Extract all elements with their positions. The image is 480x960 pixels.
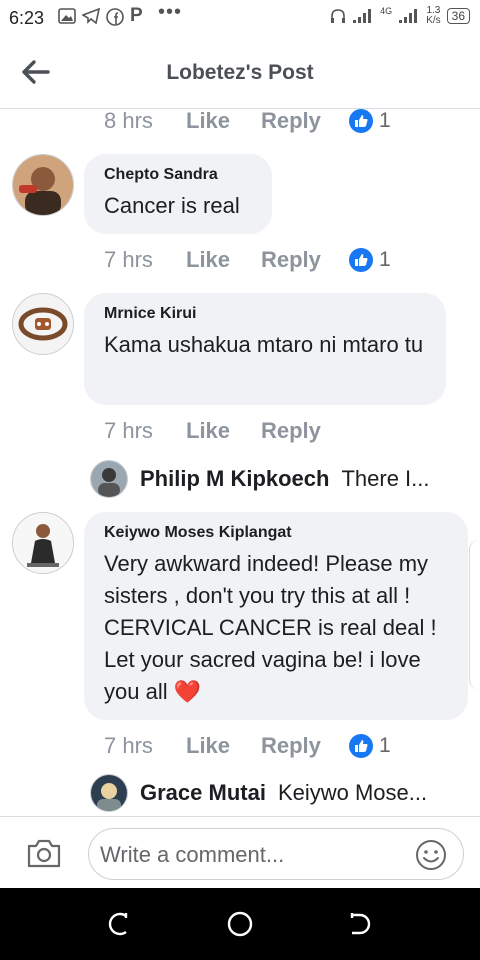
like-button[interactable]: Like [186, 247, 261, 273]
comment-composer [0, 816, 480, 889]
comment-input-wrapper [88, 828, 464, 880]
like-button[interactable]: Like [186, 733, 261, 759]
headset-icon [331, 9, 346, 23]
like-count: 1 [379, 248, 391, 271]
reply-snippet: There I... [341, 466, 430, 491]
signal-icon-2 [399, 9, 418, 23]
app-header: Lobetez's Post [0, 36, 480, 109]
comment-meta-row: 8 hrs Like Reply 1 [104, 108, 391, 134]
network-speed: 1.3 K/s [426, 5, 441, 26]
reply-preview[interactable]: Grace Mutai Keiywo Mose... [90, 774, 450, 812]
page-title: Lobetez's Post [166, 61, 314, 84]
reply-snippet: Keiywo Mose... [277, 780, 428, 805]
thumbs-up-icon [349, 248, 373, 272]
system-nav-bar [0, 888, 480, 960]
thumbs-up-icon [349, 109, 373, 133]
like-count: 1 [379, 109, 391, 132]
back-nav-icon[interactable] [346, 910, 374, 938]
like-button[interactable]: Like [186, 418, 261, 444]
reply-button[interactable]: Reply [261, 247, 349, 273]
scrollbar[interactable] [469, 540, 480, 690]
avatar[interactable] [12, 154, 74, 216]
comment-bubble: Chepto Sandra Cancer is real [84, 154, 272, 234]
camera-icon[interactable] [26, 837, 62, 869]
status-bar: 6:23 P ••• 4G 1.3 K/s 36 [0, 0, 480, 36]
comment-meta-row: 7 hrs Like Reply [104, 418, 349, 444]
commenter-name[interactable]: Chepto Sandra [104, 166, 252, 184]
comment-meta-row: 7 hrs Like Reply 1 [104, 733, 391, 759]
gallery-icon [58, 8, 76, 28]
comment-text: Cancer is real [104, 193, 240, 218]
recent-apps-icon[interactable] [106, 910, 134, 938]
comment-bubble: Mrnice Kirui Kama ushakua mtaro ni mtaro… [84, 293, 446, 405]
p-icon: P [130, 5, 143, 26]
comment-meta-row: 7 hrs Like Reply 1 [104, 247, 391, 273]
comment-time: 7 hrs [104, 247, 153, 272]
reply-preview[interactable]: Philip M Kipkoech There I... [90, 460, 450, 498]
avatar [90, 460, 128, 498]
commenter-name[interactable]: Keiywo Moses Kiplangat [104, 524, 448, 542]
reply-button[interactable]: Reply [261, 108, 349, 134]
avatar[interactable] [12, 293, 74, 355]
like-count: 1 [379, 734, 391, 757]
battery-indicator: 36 [446, 8, 470, 24]
like-button[interactable]: Like [186, 108, 261, 134]
comment-text: Kama ushakua mtaro ni mtaro tu [104, 332, 424, 357]
comment-bubble: Keiywo Moses Kiplangat Very awkward inde… [84, 512, 468, 720]
reply-author[interactable]: Philip M Kipkoech [140, 466, 329, 492]
more-dots-icon: ••• [158, 1, 183, 23]
home-icon[interactable] [226, 910, 254, 938]
network-type: 4G [380, 6, 393, 16]
comment-input[interactable] [98, 841, 402, 869]
signal-icon [353, 9, 372, 23]
comment-time: 7 hrs [104, 733, 153, 758]
reply-button[interactable]: Reply [261, 733, 349, 759]
comment-text: Very awkward indeed! Please my sisters ,… [104, 551, 437, 704]
telegram-icon [81, 7, 101, 28]
thumbs-up-icon [349, 734, 373, 758]
reply-button[interactable]: Reply [261, 418, 349, 444]
status-time: 6:23 [9, 8, 45, 28]
comment-time: 8 hrs [104, 108, 153, 133]
comment-time: 7 hrs [104, 418, 153, 443]
avatar[interactable] [12, 512, 74, 574]
status-right: 4G 1.3 K/s 36 [330, 6, 470, 26]
avatar [90, 774, 128, 812]
commenter-name[interactable]: Mrnice Kirui [104, 305, 426, 323]
reply-author[interactable]: Grace Mutai [140, 780, 266, 806]
facebook-icon [106, 8, 124, 30]
emoji-icon[interactable] [415, 839, 447, 871]
